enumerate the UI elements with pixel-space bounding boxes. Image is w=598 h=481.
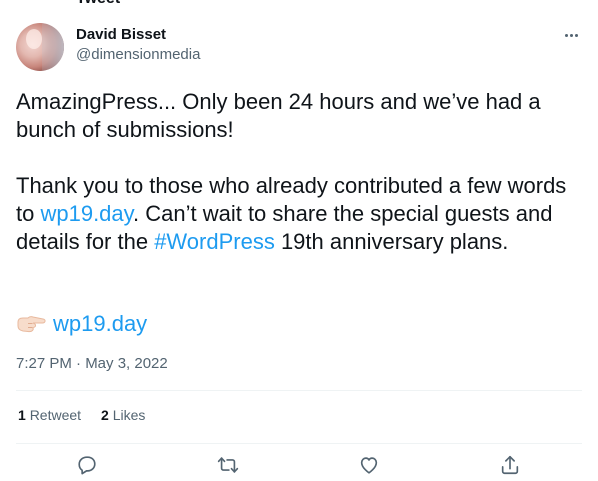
- tweet-actions: [16, 454, 582, 480]
- author-info: David Bisset @dimensionmedia: [76, 26, 200, 65]
- wp19-link[interactable]: wp19.day: [40, 201, 133, 226]
- tweet-text: AmazingPress... Only been 24 hours and w…: [16, 88, 586, 256]
- emoji-wp19-link[interactable]: wp19.day: [53, 311, 147, 337]
- retweets-count: 1: [18, 407, 26, 423]
- share-icon[interactable]: [499, 454, 521, 476]
- reply-icon[interactable]: [76, 454, 98, 476]
- retweets-label: Retweet: [29, 407, 82, 423]
- backhand-index-pointing-right-icon: [16, 313, 46, 335]
- engagement-stats: 1 Retweet 2 Likes: [18, 407, 145, 423]
- page-header-title: Tweet: [76, 0, 120, 8]
- heart-icon[interactable]: [358, 454, 380, 476]
- retweet-icon[interactable]: [217, 454, 239, 476]
- more-dots-icon[interactable]: [562, 26, 580, 44]
- likes-count: 2: [101, 407, 109, 423]
- likes-label: Likes: [112, 407, 146, 423]
- emoji-link-line: wp19.day: [16, 310, 147, 338]
- likes-stat[interactable]: 2 Likes: [101, 407, 145, 423]
- tweet-timestamp[interactable]: 7:27 PM · May 3, 2022: [16, 354, 168, 374]
- tweet-header: David Bisset @dimensionmedia: [16, 22, 582, 72]
- tweet-paragraph-1: AmazingPress... Only been 24 hours and w…: [16, 89, 541, 142]
- divider: [16, 390, 582, 391]
- divider: [16, 443, 582, 444]
- retweets-stat[interactable]: 1 Retweet: [18, 407, 81, 423]
- wordpress-hashtag-link[interactable]: #WordPress: [154, 229, 275, 254]
- text-segment: 19th anniversary plans.: [274, 229, 509, 254]
- author-display-name[interactable]: David Bisset: [76, 26, 200, 44]
- author-handle[interactable]: @dimensionmedia: [76, 45, 200, 65]
- avatar[interactable]: [16, 23, 64, 71]
- tweet-paragraph-2: Thank you to those who already contribut…: [16, 172, 586, 256]
